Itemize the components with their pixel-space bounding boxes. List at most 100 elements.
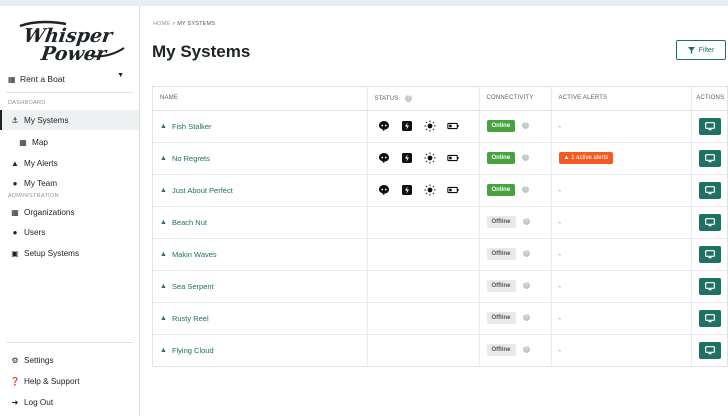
cell-name: ▲ Rusty Reel	[153, 302, 368, 335]
system-name: Rusty Reel	[171, 313, 209, 323]
cell-connectivity: Offline?	[479, 206, 552, 239]
system-name: Makin Waves	[171, 249, 217, 259]
sidebar-divider	[6, 92, 133, 93]
sun-icon	[424, 184, 436, 196]
help-icon[interactable]: ?	[522, 153, 530, 161]
view-system-button[interactable]	[699, 149, 722, 167]
ship-icon: ▣	[11, 248, 19, 258]
cell-status	[367, 270, 480, 303]
help-icon[interactable]: ?	[522, 281, 530, 289]
whisper-power-logo: Whisper Power	[19, 20, 125, 64]
system-link[interactable]: ▲ Just About Perfect	[160, 175, 367, 206]
col-header-name[interactable]: NAME	[153, 87, 368, 111]
connectivity-badge: Offline	[486, 216, 516, 228]
table-row: ▲ Makin Waves Offline? -	[153, 238, 728, 271]
sidebar-item-my-alerts[interactable]: ▲ My Alerts	[0, 153, 139, 173]
cell-actions	[691, 142, 728, 175]
users-icon: ●	[12, 227, 18, 237]
cell-actions	[691, 270, 728, 303]
breadcrumb-home[interactable]: HOME	[153, 21, 170, 27]
status-icons	[375, 184, 479, 196]
battery-icon	[446, 120, 459, 132]
sidebar-item-organizations[interactable]: ▦ Organizations	[0, 202, 139, 222]
boat-icon: ▲	[160, 154, 167, 162]
sun-icon	[424, 152, 436, 164]
charger-icon	[401, 152, 413, 164]
sidebar-item-my-systems[interactable]: ⚓ My Systems	[0, 110, 139, 130]
connectivity-badge: Offline	[486, 280, 516, 292]
cell-status	[367, 174, 480, 207]
table-row: ▲ No Regrets Online? ▲ 1 active alerts	[153, 142, 728, 175]
view-system-button[interactable]	[699, 245, 722, 263]
system-link[interactable]: ▲ Fish Stalker	[160, 111, 367, 142]
help-icon[interactable]: ?	[522, 185, 530, 193]
sidebar-item-logout[interactable]: ➜ Log Out	[0, 392, 139, 412]
administration-heading: ADMINISTRATION	[8, 193, 59, 199]
charger-icon	[401, 120, 413, 132]
main-content: HOME > MY SYSTEMS My Systems Filter NAME…	[140, 6, 728, 416]
cell-alerts: -	[551, 206, 692, 239]
connectivity-badge: Offline	[486, 312, 516, 324]
system-name: No Regrets	[171, 153, 210, 163]
system-link[interactable]: ▲ Makin Waves	[160, 239, 367, 270]
question-icon: ❓	[10, 376, 20, 386]
alert-badge[interactable]: ▲ 1 active alerts	[558, 152, 614, 164]
status-icons	[375, 120, 479, 132]
boat-select[interactable]: ▦ Rent a Boat ▼	[8, 70, 134, 88]
page-title: My Systems	[152, 42, 251, 61]
no-alerts: -	[558, 313, 562, 323]
connectivity-badge: Online	[486, 152, 516, 164]
sidebar-item-map[interactable]: ▦ Map	[0, 132, 139, 152]
system-link[interactable]: ▲ Beach Nut	[160, 207, 367, 238]
col-header-status-label: STATUS	[374, 95, 399, 102]
boat-icon: ▲	[160, 218, 167, 226]
filter-button[interactable]: Filter	[676, 40, 726, 60]
help-icon[interactable]: ?	[522, 313, 530, 321]
sidebar-item-setup-systems[interactable]: ▣ Setup Systems	[0, 243, 139, 263]
sidebar-item-my-team[interactable]: ● My Team	[0, 173, 139, 193]
users-icon: ●	[12, 178, 18, 188]
system-link[interactable]: ▲ Rusty Reel	[160, 303, 367, 334]
no-alerts: -	[558, 121, 562, 131]
no-alerts: -	[558, 249, 562, 259]
no-alerts: -	[558, 185, 562, 195]
view-system-button[interactable]	[699, 213, 722, 231]
view-system-button[interactable]	[699, 309, 722, 327]
system-link[interactable]: ▲ Flying Cloud	[160, 335, 367, 366]
system-name: Sea Serpent	[171, 281, 214, 291]
cell-alerts: -	[551, 270, 692, 303]
cell-alerts: -	[551, 174, 692, 207]
monitor-icon	[705, 153, 716, 162]
boat-icon: ▲	[160, 122, 167, 130]
cell-actions	[691, 206, 728, 239]
sidebar-item-users[interactable]: ● Users	[0, 222, 139, 242]
sidebar-item-label: Settings	[24, 355, 54, 365]
help-icon[interactable]: ?	[522, 217, 530, 225]
breadcrumb-current: MY SYSTEMS	[177, 21, 216, 27]
monitor-icon	[705, 313, 716, 322]
help-icon[interactable]: ?	[522, 249, 530, 257]
boat-icon: ▲	[160, 186, 167, 194]
help-icon[interactable]: ?	[405, 94, 413, 102]
system-link[interactable]: ▲ No Regrets	[160, 143, 367, 174]
sidebar-divider	[6, 342, 133, 343]
system-link[interactable]: ▲ Sea Serpent	[160, 271, 367, 302]
view-system-button[interactable]	[699, 341, 722, 359]
help-icon[interactable]: ?	[522, 121, 530, 129]
cell-name: ▲ No Regrets	[153, 142, 368, 175]
boat-icon: ▲	[160, 314, 167, 322]
cell-status	[367, 238, 480, 271]
alert-label: 1 active alerts	[571, 155, 609, 161]
view-system-button[interactable]	[699, 277, 722, 295]
cell-alerts: ▲ 1 active alerts	[551, 142, 692, 175]
view-system-button[interactable]	[699, 181, 722, 199]
monitor-icon	[705, 185, 716, 194]
view-system-button[interactable]	[699, 117, 722, 135]
sidebar-item-settings[interactable]: ⚙ Settings	[0, 350, 139, 370]
help-icon[interactable]: ?	[522, 345, 530, 353]
building-icon: ▦	[8, 74, 16, 84]
table-row: ▲ Fish Stalker Online? -	[153, 110, 728, 143]
cell-status	[367, 302, 480, 335]
cell-connectivity: Offline?	[479, 334, 552, 366]
sidebar-item-help[interactable]: ❓ Help & Support	[0, 371, 139, 391]
